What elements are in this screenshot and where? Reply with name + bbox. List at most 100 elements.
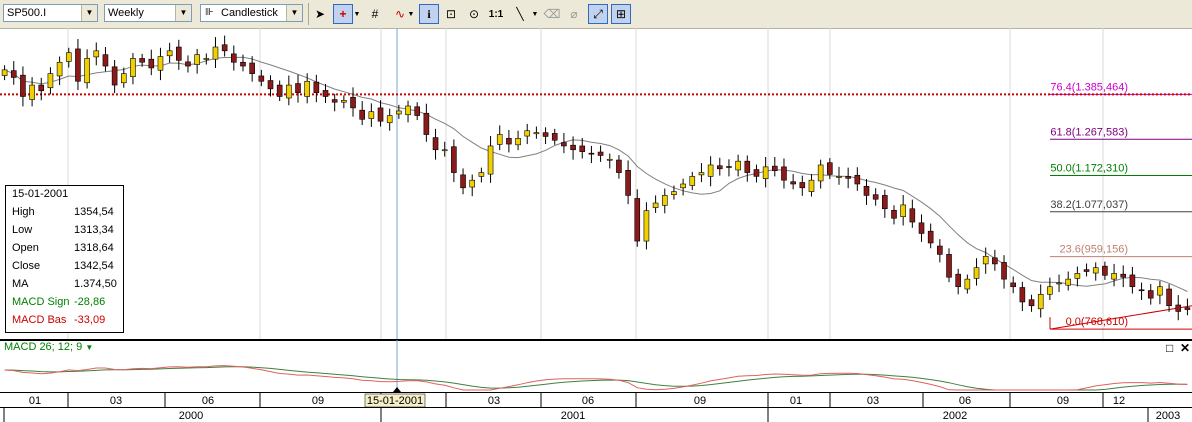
candle-body: [744, 160, 751, 173]
info-label: Low: [12, 224, 33, 236]
candle-body: [84, 58, 90, 84]
candle-body: [689, 176, 696, 186]
candle-body: [176, 46, 182, 61]
chevron-down-icon[interactable]: ▼: [85, 343, 93, 352]
fib-level-label: 50.0(1.172,310): [1050, 163, 1128, 175]
price-chart[interactable]: 76.4(1.385,464) 61.8(1.267,583) 50.0(1.172…: [0, 28, 1192, 340]
candlestick-icon: ⊪: [205, 7, 214, 18]
crosshair-icon[interactable]: +: [333, 4, 353, 24]
chevron-down-icon[interactable]: ▼: [81, 5, 97, 21]
chevron-down-icon[interactable]: ▼: [175, 5, 191, 21]
candle-body: [570, 144, 576, 151]
candle-body: [891, 209, 897, 219]
candle-body: [396, 110, 402, 115]
month-label: 06: [959, 395, 971, 407]
candle-body: [1111, 273, 1117, 280]
chart-type-select[interactable]: ⊪ Candlestick ▼: [200, 4, 303, 22]
zoom-icon[interactable]: ⊙: [464, 4, 484, 24]
candle-body: [955, 273, 961, 288]
macd-chart[interactable]: [0, 340, 1192, 392]
candle-body: [10, 70, 17, 78]
info-value: -28,86: [74, 296, 106, 308]
candle-body: [1037, 294, 1044, 310]
pointer-icon[interactable]: ➤: [310, 4, 330, 24]
grid-icon[interactable]: #: [365, 4, 385, 24]
chevron-down-icon[interactable]: ▼: [286, 5, 302, 21]
candle-body: [29, 84, 35, 100]
chevron-down-icon[interactable]: ▼: [530, 4, 540, 24]
candle-body: [139, 58, 145, 63]
info-row: High 1354,54: [12, 206, 122, 222]
candle-body: [267, 80, 274, 90]
close-icon[interactable]: ✕: [1180, 341, 1190, 355]
interval-value: Weekly: [108, 7, 144, 19]
info-row: Close 1342,54: [12, 260, 122, 276]
candle-body: [827, 162, 833, 175]
info-row: MACD Sign -28,86: [12, 296, 122, 312]
autoscale-icon[interactable]: ⤢: [588, 4, 608, 24]
candle-body: [102, 54, 109, 67]
candle-body: [588, 152, 595, 155]
month-label: 01: [790, 395, 802, 407]
candle-body: [1102, 265, 1108, 276]
candle-body: [212, 46, 219, 60]
symbol-value: SP500.I: [7, 7, 47, 19]
candle-body: [432, 137, 439, 151]
candle-body: [1166, 288, 1172, 307]
candle-body: [625, 170, 631, 196]
info-value: 1354,54: [74, 206, 114, 218]
candle-body: [487, 145, 494, 175]
info-date-row: 15-01-2001: [12, 188, 122, 204]
trash-icon[interactable]: ⌀: [564, 4, 584, 24]
candle-body: [992, 257, 998, 265]
candle-body: [286, 84, 292, 99]
year-label: 2002: [943, 410, 967, 422]
candle-body: [65, 52, 72, 62]
candle-body: [735, 160, 741, 171]
candle-body: [506, 138, 512, 145]
candle-body: [882, 195, 888, 210]
candle-body: [1129, 274, 1136, 288]
pattern-icon[interactable]: ⊞: [611, 4, 631, 24]
candle-body: [753, 169, 760, 177]
info-icon[interactable]: i: [419, 4, 439, 24]
info-row: MACD Bas -33,09: [12, 314, 122, 330]
chevron-down-icon[interactable]: ▼: [406, 4, 416, 24]
candle-body: [680, 183, 686, 189]
symbol-select[interactable]: SP500.I ▼: [3, 4, 98, 22]
chart-type-value: Candlestick: [221, 7, 278, 19]
maximize-icon[interactable]: □: [1166, 341, 1173, 355]
candle-body: [661, 195, 668, 206]
candle-body: [1147, 290, 1154, 299]
candle-body: [781, 166, 787, 181]
month-label: 12: [1113, 395, 1125, 407]
info-value: 1318,64: [74, 242, 114, 254]
candle-body: [836, 176, 842, 178]
candle-body: [1056, 282, 1062, 285]
candle-body: [185, 61, 191, 67]
zoom-area-icon[interactable]: ⊡: [441, 4, 461, 24]
candle-body: [1, 69, 8, 76]
candle-body: [716, 165, 723, 170]
interval-select[interactable]: Weekly ▼: [104, 4, 192, 22]
eraser-icon[interactable]: ⌫: [542, 4, 562, 24]
month-label: 03: [867, 395, 879, 407]
candle-body: [771, 165, 778, 171]
candle-body: [405, 105, 411, 116]
candle-body: [295, 83, 301, 93]
one-to-one-icon[interactable]: 1:1: [486, 4, 506, 24]
month-label: 15-01-2001: [367, 395, 423, 407]
info-row: MA 1.374,50: [12, 278, 122, 294]
candle-body: [276, 84, 283, 97]
candle-body: [221, 44, 228, 52]
candle-body: [1157, 286, 1163, 296]
candle-body: [478, 172, 485, 177]
candle-body: [671, 191, 677, 195]
candle-body: [38, 84, 45, 92]
year-label: 2003: [1156, 410, 1180, 422]
line-draw-icon[interactable]: ╲: [510, 4, 530, 24]
fib-level-label: 38.2(1.077,037): [1050, 199, 1128, 211]
macd-legend[interactable]: MACD 26; 12; 9 ▼: [4, 341, 93, 353]
candle-body: [799, 182, 806, 189]
chevron-down-icon[interactable]: ▼: [352, 4, 362, 24]
